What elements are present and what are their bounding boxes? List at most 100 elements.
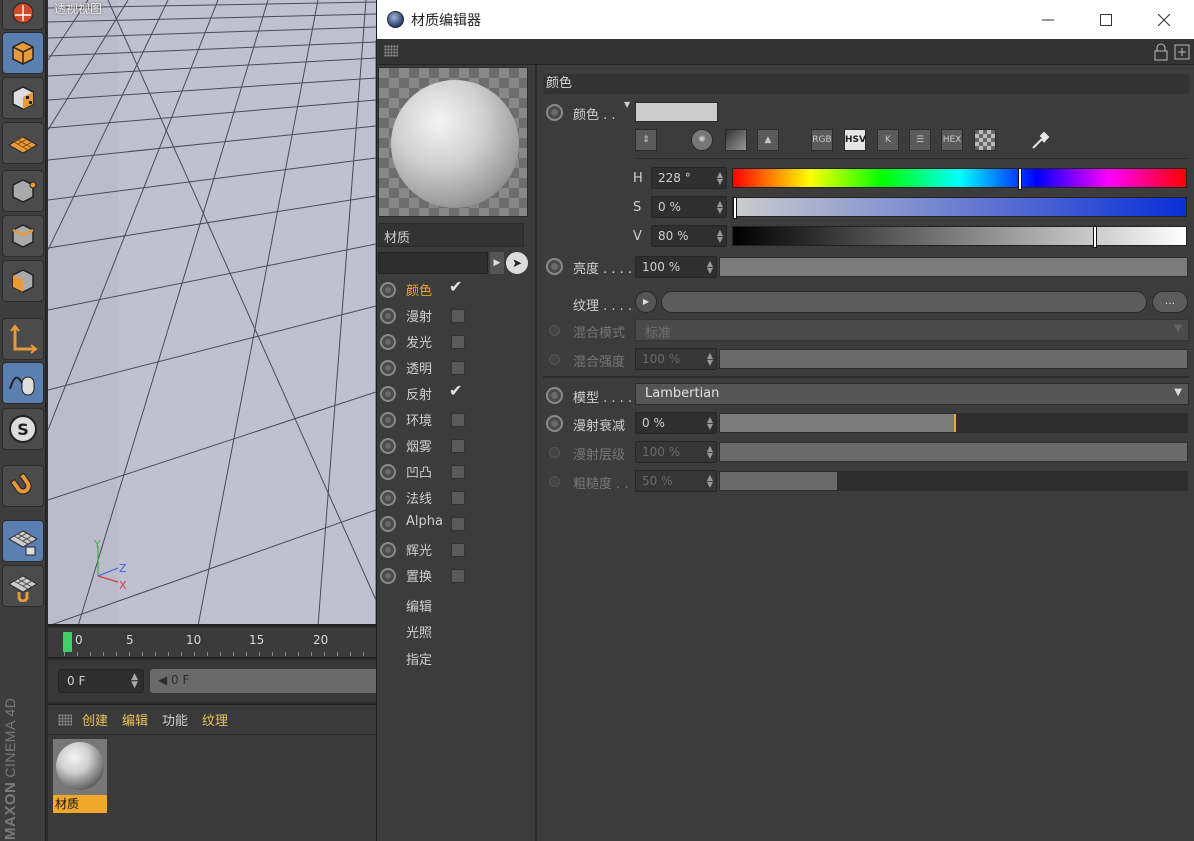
channel-label[interactable]: 烟雾 — [406, 436, 432, 455]
channel-fog[interactable]: 烟雾 — [377, 433, 537, 459]
channel-radio[interactable] — [380, 412, 396, 428]
edges-icon[interactable] — [2, 215, 44, 257]
checkmark-icon[interactable]: ✔ — [449, 381, 462, 400]
channel-checkbox[interactable] — [451, 335, 465, 349]
channel-label[interactable]: 辉光 — [406, 540, 432, 559]
color-picture-icon[interactable] — [974, 129, 996, 151]
saturation-field[interactable]: 0 % ▲ ▼ — [651, 196, 727, 218]
channel-radio[interactable] — [380, 438, 396, 454]
channel-radio[interactable] — [380, 360, 396, 376]
channel-glow[interactable]: 辉光 — [377, 537, 537, 563]
value-field[interactable]: 80 % ▲ ▼ — [651, 225, 727, 247]
axis-icon[interactable] — [2, 318, 44, 360]
channel-checkbox[interactable] — [451, 309, 465, 323]
channel-label[interactable]: Alpha — [406, 514, 443, 529]
channel-checkbox[interactable] — [451, 517, 465, 531]
material-preview[interactable] — [378, 67, 528, 217]
mode-kelvin-button[interactable]: K — [877, 129, 899, 151]
material-thumbnail[interactable] — [53, 739, 107, 795]
channel-checkbox[interactable] — [451, 543, 465, 557]
navigation-field[interactable] — [378, 252, 488, 274]
hue-gradient-slider[interactable] — [732, 168, 1187, 190]
checkmark-icon[interactable]: ✔ — [449, 277, 462, 296]
spinner-icon[interactable]: ▲ ▼ — [717, 171, 723, 186]
color-gradient-icon[interactable] — [725, 129, 747, 151]
channel-normal[interactable]: 法线 — [377, 485, 537, 511]
property-radio[interactable] — [546, 258, 563, 275]
diffuse-falloff-slider[interactable] — [719, 413, 1188, 433]
spinner-icon[interactable]: ▲ ▼ — [707, 416, 713, 431]
saturation-slider-handle[interactable] — [732, 197, 737, 219]
tab-assignment[interactable]: 指定 — [406, 649, 432, 668]
minimize-button[interactable] — [1019, 0, 1077, 39]
frame-range-slider[interactable]: ◀ 0 F — [150, 669, 390, 693]
property-radio[interactable] — [546, 387, 563, 404]
channel-radio[interactable] — [380, 490, 396, 506]
window-titlebar[interactable]: 材质编辑器 — [377, 0, 1194, 39]
menu-texture[interactable]: 纹理 — [202, 710, 228, 729]
material-thumbnail-label[interactable]: 材质 — [53, 795, 107, 813]
material-name-field[interactable]: 材质 — [378, 223, 524, 247]
hue-slider-handle[interactable] — [1017, 168, 1022, 190]
channel-checkbox[interactable] — [451, 361, 465, 375]
points-icon[interactable] — [2, 170, 44, 212]
chevron-down-icon[interactable]: ▼ — [1174, 387, 1182, 398]
value-slider-handle[interactable] — [1093, 226, 1098, 248]
snap-icon[interactable] — [2, 465, 44, 507]
channel-checkbox[interactable] — [451, 569, 465, 583]
property-radio[interactable] — [546, 415, 563, 432]
channel-radio[interactable] — [380, 542, 396, 558]
mode-rgb-button[interactable]: RGB — [811, 129, 833, 151]
color-swatch[interactable] — [635, 102, 718, 122]
channel-label[interactable]: 凹凸 — [406, 462, 432, 481]
brightness-slider[interactable] — [719, 257, 1188, 277]
texture-slot[interactable] — [661, 291, 1147, 313]
workplane-icon[interactable] — [2, 122, 44, 164]
channel-radio[interactable] — [380, 568, 396, 584]
channel-diffusion[interactable]: 漫射 — [377, 303, 537, 329]
view-rotate-icon[interactable] — [2, 0, 44, 30]
polygons-icon[interactable] — [2, 260, 44, 302]
soft-selection-icon[interactable]: S — [2, 408, 44, 450]
channel-checkbox[interactable] — [451, 439, 465, 453]
color-wheel-icon[interactable]: ✺ — [691, 129, 713, 151]
spinner-icon[interactable]: ▲ ▼ — [717, 229, 723, 244]
texture-icon[interactable] — [2, 77, 44, 119]
model-icon[interactable] — [2, 32, 44, 74]
channel-radio[interactable] — [380, 516, 396, 532]
brightness-field[interactable]: 100 % ▲ ▼ — [635, 256, 717, 278]
eyedropper-icon[interactable] — [1029, 128, 1053, 152]
tab-editor[interactable]: 编辑 — [406, 596, 432, 615]
channel-checkbox[interactable] — [451, 413, 465, 427]
channel-label[interactable]: 反射 — [406, 384, 432, 403]
current-frame-marker[interactable] — [63, 632, 72, 652]
spinner-icon[interactable]: ▲ ▼ — [717, 200, 723, 215]
image-icon[interactable]: ▲ — [757, 129, 779, 151]
channel-label[interactable]: 置换 — [406, 566, 432, 585]
channel-transparency[interactable]: 透明 — [377, 355, 537, 381]
menu-function[interactable]: 功能 — [162, 710, 188, 729]
channel-label[interactable]: 颜色 — [406, 280, 432, 299]
workplane-lock-icon[interactable] — [2, 520, 44, 562]
channel-color[interactable]: 颜色 ✔ — [377, 277, 537, 303]
channel-label[interactable]: 发光 — [406, 332, 432, 351]
tab-illumination[interactable]: 光照 — [406, 622, 432, 641]
tweak-icon[interactable] — [2, 362, 44, 404]
channel-radio[interactable] — [380, 386, 396, 402]
workplane-snap-icon[interactable] — [2, 565, 44, 607]
channel-checkbox[interactable] — [451, 465, 465, 479]
channel-environment[interactable]: 环境 — [377, 407, 537, 433]
timeline-ruler[interactable]: 0 5 10 15 20 — [48, 628, 376, 658]
current-frame-field[interactable]: 0 F ▲ ▼ — [58, 669, 144, 693]
channel-luminance[interactable]: 发光 — [377, 329, 537, 355]
channel-label[interactable]: 环境 — [406, 410, 432, 429]
model-dropdown[interactable]: Lambertian ▼ — [635, 383, 1189, 405]
channel-displacement[interactable]: 置换 — [377, 563, 537, 589]
channel-label[interactable]: 漫射 — [406, 306, 432, 325]
property-radio[interactable] — [546, 104, 563, 121]
color-mixer-icon[interactable]: ☰ — [909, 129, 931, 151]
channel-label[interactable]: 透明 — [406, 358, 432, 377]
navigation-arrow-button[interactable]: ▶ — [490, 252, 504, 274]
menu-create[interactable]: 创建 — [82, 710, 108, 729]
hue-field[interactable]: 228 ° ▲ ▼ — [651, 167, 727, 189]
